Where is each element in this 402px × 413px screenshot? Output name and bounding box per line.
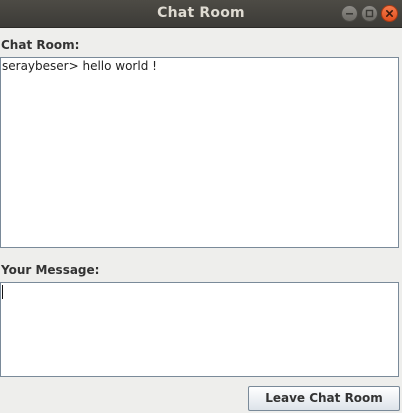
maximize-icon bbox=[365, 9, 374, 18]
maximize-button[interactable] bbox=[361, 5, 378, 22]
text-caret bbox=[2, 285, 3, 299]
message-input[interactable] bbox=[0, 282, 399, 377]
minimize-button[interactable] bbox=[341, 5, 358, 22]
title-bar[interactable]: Chat Room bbox=[0, 0, 402, 28]
chat-room-window: Chat Room Chat Room: seraybeser> hello w… bbox=[0, 0, 402, 413]
minimize-icon bbox=[346, 13, 353, 15]
leave-chat-room-button[interactable]: Leave Chat Room bbox=[248, 386, 400, 411]
your-message-label: Your Message: bbox=[1, 263, 100, 277]
close-icon bbox=[386, 10, 393, 17]
chat-room-label: Chat Room: bbox=[1, 38, 80, 52]
close-button[interactable] bbox=[381, 5, 398, 22]
chat-log-area[interactable]: seraybeser> hello world ! bbox=[0, 57, 399, 248]
